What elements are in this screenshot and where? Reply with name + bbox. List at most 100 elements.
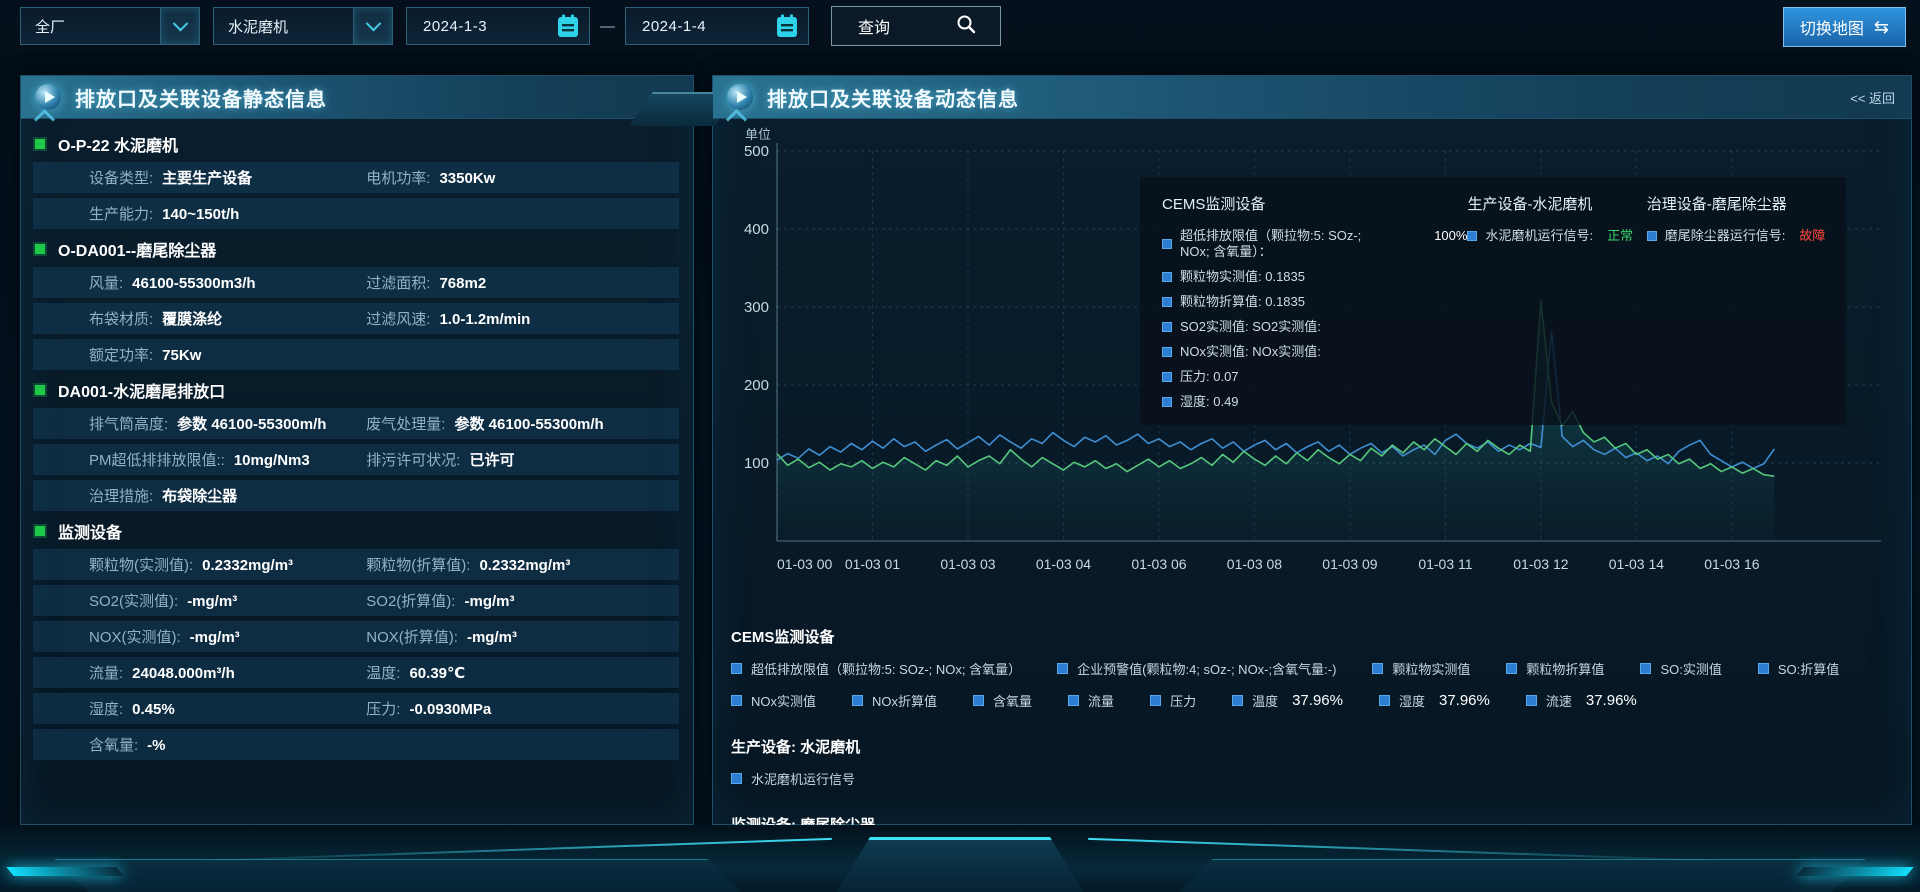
back-link[interactable]: << 返回 xyxy=(1850,88,1895,107)
info-field: 排污许可状况:已许可 xyxy=(366,449,514,470)
legend-item[interactable]: SO:折算值 xyxy=(1758,659,1839,678)
info-field: 过滤风速: 1.0-1.2m/min xyxy=(366,308,530,329)
field-value: 3350Kw xyxy=(439,170,495,187)
square-bullet-icon xyxy=(1372,663,1383,674)
field-value: 0.45% xyxy=(132,701,175,718)
legend-item-label: 湿度 xyxy=(1399,691,1425,710)
query-button[interactable]: 查询 xyxy=(831,6,1001,46)
square-bullet-icon xyxy=(1068,695,1079,706)
legend-row: 水泥磨机运行信号 xyxy=(731,769,1893,788)
legend-group: CEMS监测设备超低排放限值（颗拉物:5: SOz-; NOx; 含氧量） 企业预… xyxy=(731,626,1893,710)
legend-item[interactable]: 温度37.96% xyxy=(1232,691,1343,710)
info-field: NOX(折算值):-mg/m³ xyxy=(366,626,517,647)
tooltip-item-text: 颗粒物实测值: 0.1835 xyxy=(1180,269,1305,285)
legend-item[interactable]: 湿度 37.96% xyxy=(1379,691,1490,710)
legend-item[interactable]: 颗粒物实测值 xyxy=(1372,659,1470,678)
green-square-icon xyxy=(35,244,45,254)
square-bullet-icon xyxy=(1162,372,1172,382)
decor-wing-left xyxy=(54,859,752,892)
field-value: -% xyxy=(147,737,165,754)
tooltip-column-title: 治理设备-磨尾除尘器 xyxy=(1647,193,1826,214)
field-label: 压力: xyxy=(366,698,400,719)
field-label: 颗粒物(实测值): xyxy=(89,554,193,575)
calendar-icon[interactable] xyxy=(547,8,589,44)
info-row: 治理措施:布袋除尘器 xyxy=(33,480,679,511)
info-row: 湿度:0.45%压力:-0.0930MPa xyxy=(33,693,679,724)
section-header: O-DA001--磨尾除尘器 xyxy=(35,234,693,264)
info-field: 排气筒高度:参数 46100-55300m/h xyxy=(89,413,366,434)
legend-item-label: NOx折算值 xyxy=(872,691,937,710)
static-panel-title: 排放口及关联设备静态信息 xyxy=(75,83,327,112)
svg-text:01-03 12: 01-03 12 xyxy=(1513,556,1568,572)
field-value: -mg/m³ xyxy=(190,629,240,646)
info-field: 颗粒物(实测值):0.2332mg/m³ xyxy=(89,554,366,575)
field-value: 0.2332mg/m³ xyxy=(479,557,570,574)
info-field: 设备类型:主要生产设备 xyxy=(89,167,366,188)
field-value: 已许可 xyxy=(469,449,514,470)
square-bullet-icon xyxy=(1162,397,1172,407)
field-value: 10mg/Nm3 xyxy=(234,452,310,469)
field-label: 过滤面积: xyxy=(366,272,430,293)
legend-item-label: 超低排放限值（颗拉物:5: SOz-; NOx; 含氧量） xyxy=(751,659,1021,678)
switch-map-button[interactable]: 切换地图 ⇆ xyxy=(1783,7,1906,47)
svg-text:200: 200 xyxy=(744,377,769,394)
field-label: 颗粒物(折算值): xyxy=(366,554,470,575)
info-row: PM超低排排放限值::10mg/Nm3排污许可状况:已许可 xyxy=(33,444,679,475)
tooltip-item: 压力: 0.07 xyxy=(1162,369,1467,385)
info-field: 过滤面积: 768m2 xyxy=(366,272,486,293)
field-value: 768m2 xyxy=(439,275,486,292)
legend-item[interactable]: NOx实测值 xyxy=(731,691,816,710)
square-bullet-icon xyxy=(1162,347,1172,357)
legend-item-label: 企业预警值(颗粒物:4; sOz-; NOx-;含氧气量:-) xyxy=(1077,659,1336,678)
field-label: SO2(折算值): xyxy=(366,590,455,611)
legend-item-label: 含氧量 xyxy=(993,691,1032,710)
legend-item[interactable]: SO:实测值 xyxy=(1640,659,1721,678)
field-label: 电机功率: xyxy=(366,167,430,188)
info-row: NOX(实测值):-mg/m³NOX(折算值):-mg/m³ xyxy=(33,621,679,652)
legend-item[interactable]: 流速37.96% xyxy=(1526,691,1637,710)
tooltip-item-text: 磨尾除尘器运行信号: xyxy=(1665,228,1786,244)
tooltip-column-title: CEMS监测设备 xyxy=(1162,193,1467,214)
end-date-picker[interactable]: 2024-1-4 xyxy=(625,7,809,45)
square-bullet-icon xyxy=(1232,695,1243,706)
legend-item[interactable]: 企业预警值(颗粒物:4; sOz-; NOx-;含氧气量:-) xyxy=(1057,659,1336,678)
square-bullet-icon xyxy=(731,695,742,706)
info-row: 含氧量:-% xyxy=(33,729,679,760)
field-value: 1.0-1.2m/min xyxy=(439,311,530,328)
decor-wing-right xyxy=(1168,859,1866,892)
plant-select[interactable]: 全厂 xyxy=(20,7,200,45)
legend-item[interactable]: 压力 xyxy=(1150,691,1196,710)
field-value: 75Kw xyxy=(162,347,201,364)
square-bullet-icon xyxy=(1379,695,1390,706)
section-header: DA001-水泥磨尾排放口 xyxy=(35,375,693,405)
play-icon xyxy=(727,84,753,110)
legend-group-title: CEMS监测设备 xyxy=(731,626,1893,647)
square-bullet-icon xyxy=(1506,663,1517,674)
legend-item[interactable]: 水泥磨机运行信号 xyxy=(731,769,855,788)
legend-item[interactable]: 含氧量 xyxy=(973,691,1032,710)
info-field: 风量:46100-55300m3/h xyxy=(89,272,366,293)
play-icon xyxy=(35,84,61,110)
tooltip-column: 生产设备-水泥磨机水泥磨机运行信号:正常 xyxy=(1467,193,1646,415)
tooltip-item: 颗粒物实测值: 0.1835 xyxy=(1162,269,1467,285)
info-field: 生产能力:140~150t/h xyxy=(89,203,366,224)
start-date-picker[interactable]: 2024-1-3 xyxy=(406,7,590,45)
info-field: 含氧量:-% xyxy=(89,734,366,755)
tooltip-item: 湿度: 0.49 xyxy=(1162,394,1467,410)
legend-item[interactable]: NOx折算值 xyxy=(852,691,937,710)
legend-item[interactable]: 超低排放限值（颗拉物:5: SOz-; NOx; 含氧量） xyxy=(731,659,1021,678)
svg-text:01-03 08: 01-03 08 xyxy=(1227,556,1282,572)
calendar-icon[interactable] xyxy=(766,8,808,44)
top-toolbar: 全厂 水泥磨机 2024-1-3 — 2024-1-4 查询 切换 xyxy=(0,0,1920,52)
legend-item[interactable]: 流量 xyxy=(1068,691,1114,710)
legend-item-value: 37.96% xyxy=(1439,692,1490,709)
legend-item[interactable]: 颗粒物折算值 xyxy=(1506,659,1604,678)
field-label: 过滤风速: xyxy=(366,308,430,329)
svg-text:500: 500 xyxy=(744,143,769,160)
chevron-down-icon[interactable] xyxy=(160,8,199,44)
chevron-down-icon[interactable] xyxy=(353,8,392,44)
field-label: 设备类型: xyxy=(89,167,153,188)
device-select[interactable]: 水泥磨机 xyxy=(213,7,393,45)
field-value: 覆膜涤纶 xyxy=(162,308,222,329)
tooltip-item: 颗粒物折算值: 0.1835 xyxy=(1162,294,1467,310)
